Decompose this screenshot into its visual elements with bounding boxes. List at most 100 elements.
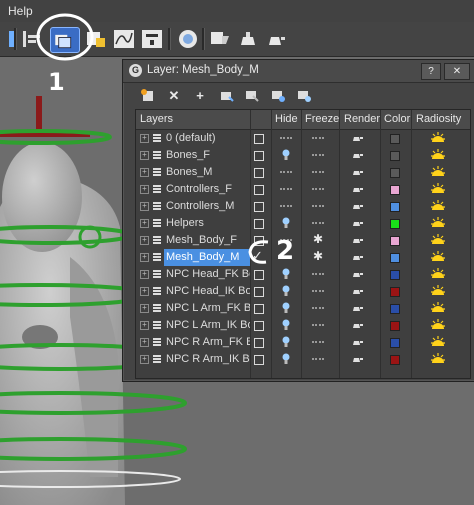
freeze-toggle-icon[interactable] <box>312 222 324 226</box>
layer-name-cell[interactable]: NPC Head_IK Bones <box>164 283 250 300</box>
expand-icon[interactable]: + <box>140 287 149 296</box>
highlight-layer-icon[interactable] <box>243 87 261 105</box>
active-layer-checkbox[interactable] <box>254 338 264 348</box>
layer-name-cell[interactable]: NPC L Arm_IK Bone <box>164 317 250 334</box>
layer-color-swatch[interactable] <box>390 185 400 195</box>
expand-icon[interactable]: + <box>140 134 149 143</box>
help-button[interactable]: ? <box>421 63 441 80</box>
header-render[interactable]: Render <box>344 113 380 125</box>
radiosity-sun-icon[interactable] <box>430 182 446 196</box>
render-teapot-icon[interactable] <box>352 202 363 210</box>
create-layer-icon[interactable] <box>139 87 157 105</box>
layer-color-swatch[interactable] <box>390 270 400 280</box>
radiosity-sun-icon[interactable] <box>430 352 446 366</box>
render-teapot-icon[interactable] <box>352 287 363 295</box>
layer-name-cell[interactable]: NPC R Arm_IK Bone <box>164 351 250 368</box>
expand-icon[interactable]: + <box>140 253 149 262</box>
render-teapot-icon[interactable] <box>352 338 363 346</box>
radiosity-sun-icon[interactable] <box>430 165 446 179</box>
freeze-toggle-icon[interactable] <box>312 324 324 328</box>
active-layer-checkbox[interactable] <box>254 355 264 365</box>
active-layer-checkbox[interactable] <box>254 151 264 161</box>
layer-name-cell[interactable]: Mesh_Body_F <box>164 232 250 249</box>
layer-row[interactable]: + Mesh_Body_F ✱ <box>136 232 470 249</box>
active-layer-checkbox[interactable] <box>254 321 264 331</box>
layer-row[interactable]: + Helpers <box>136 215 470 232</box>
layer-color-swatch[interactable] <box>390 219 400 229</box>
render-teapot-icon[interactable] <box>352 236 363 244</box>
freeze-snowflake-icon[interactable]: ✱ <box>313 232 323 246</box>
render-teapot-icon[interactable] <box>352 168 363 176</box>
radiosity-sun-icon[interactable] <box>430 267 446 281</box>
expand-icon[interactable]: + <box>140 321 149 330</box>
layer-color-swatch[interactable] <box>390 134 400 144</box>
render-production-icon[interactable] <box>264 27 288 51</box>
active-layer-checkbox[interactable] <box>254 168 264 178</box>
layer-color-swatch[interactable] <box>390 287 400 297</box>
render-setup-icon[interactable] <box>208 27 232 51</box>
rendered-frame-icon[interactable] <box>236 27 260 51</box>
expand-icon[interactable]: + <box>140 219 149 228</box>
hide-lightbulb-icon[interactable] <box>282 319 290 332</box>
expand-icon[interactable]: + <box>140 202 149 211</box>
radiosity-sun-icon[interactable] <box>430 284 446 298</box>
close-button[interactable]: ✕ <box>444 63 470 80</box>
layer-row[interactable]: + NPC L Arm_FK Bone <box>136 300 470 317</box>
hide-toggle-icon[interactable] <box>280 171 292 175</box>
expand-icon[interactable]: + <box>140 168 149 177</box>
layer-row[interactable]: + NPC L Arm_IK Bone <box>136 317 470 334</box>
freeze-toggle-icon[interactable] <box>312 205 324 209</box>
layer-row[interactable]: + Mesh_Body_M ✓ ✱ <box>136 248 470 266</box>
render-teapot-icon[interactable] <box>352 321 363 329</box>
hide-lightbulb-icon[interactable] <box>282 217 290 230</box>
render-teapot-icon[interactable] <box>352 185 363 193</box>
hide-lightbulb-icon[interactable] <box>282 336 290 349</box>
layer-name-cell[interactable]: Controllers_F <box>164 181 250 198</box>
render-teapot-icon[interactable] <box>352 270 363 278</box>
layer-color-swatch[interactable] <box>390 304 400 314</box>
freeze-toggle-icon[interactable] <box>312 358 324 362</box>
freeze-snowflake-icon[interactable]: ✱ <box>313 249 323 263</box>
layer-name-cell[interactable]: NPC L Arm_FK Bone <box>164 300 250 317</box>
header-color[interactable]: Color <box>384 113 410 125</box>
expand-icon[interactable]: + <box>140 304 149 313</box>
hide-lightbulb-icon[interactable] <box>282 302 290 315</box>
layer-color-swatch[interactable] <box>390 168 400 178</box>
layer-row[interactable]: + Bones_F <box>136 147 470 164</box>
expand-icon[interactable]: + <box>140 270 149 279</box>
active-layer-checkbox[interactable] <box>254 185 264 195</box>
layer-row[interactable]: + NPC Head_IK Bones <box>136 283 470 300</box>
curve-editor-icon[interactable] <box>112 27 136 51</box>
hide-toggle-icon[interactable] <box>280 188 292 192</box>
layer-name-cell[interactable]: Bones_F <box>164 147 250 164</box>
expand-icon[interactable]: + <box>140 236 149 245</box>
freeze-all-icon[interactable] <box>295 87 313 105</box>
render-teapot-icon[interactable] <box>352 219 363 227</box>
layer-color-swatch[interactable] <box>390 202 400 212</box>
layer-name-cell[interactable]: NPC R Arm_FK Bone <box>164 334 250 351</box>
layer-name-cell[interactable]: NPC Head_FK Bones <box>164 266 250 283</box>
layer-row[interactable]: +0 (default) <box>136 130 470 147</box>
radiosity-sun-icon[interactable] <box>430 199 446 213</box>
layer-row[interactable]: + Bones_M <box>136 164 470 181</box>
render-teapot-icon[interactable] <box>352 253 363 261</box>
menu-help[interactable]: Help <box>8 4 33 18</box>
active-layer-checkbox[interactable] <box>254 219 264 229</box>
active-layer-checkbox[interactable] <box>254 270 264 280</box>
expand-icon[interactable]: + <box>140 185 149 194</box>
radiosity-sun-icon[interactable] <box>430 301 446 315</box>
layer-color-swatch[interactable] <box>390 236 400 246</box>
render-teapot-icon[interactable] <box>352 355 363 363</box>
layer-color-swatch[interactable] <box>390 253 400 263</box>
freeze-toggle-icon[interactable] <box>312 273 324 277</box>
hide-toggle-icon[interactable] <box>280 137 292 141</box>
layer-row[interactable]: + Controllers_F <box>136 181 470 198</box>
header-radiosity[interactable]: Radiosity <box>416 113 461 125</box>
hide-lightbulb-icon[interactable] <box>282 149 290 162</box>
active-layer-checkbox[interactable] <box>254 202 264 212</box>
layer-color-swatch[interactable] <box>390 355 400 365</box>
active-layer-checkbox[interactable] <box>254 304 264 314</box>
expand-icon[interactable]: + <box>140 355 149 364</box>
material-editor-icon[interactable] <box>176 27 200 51</box>
hide-lightbulb-icon[interactable] <box>282 268 290 281</box>
